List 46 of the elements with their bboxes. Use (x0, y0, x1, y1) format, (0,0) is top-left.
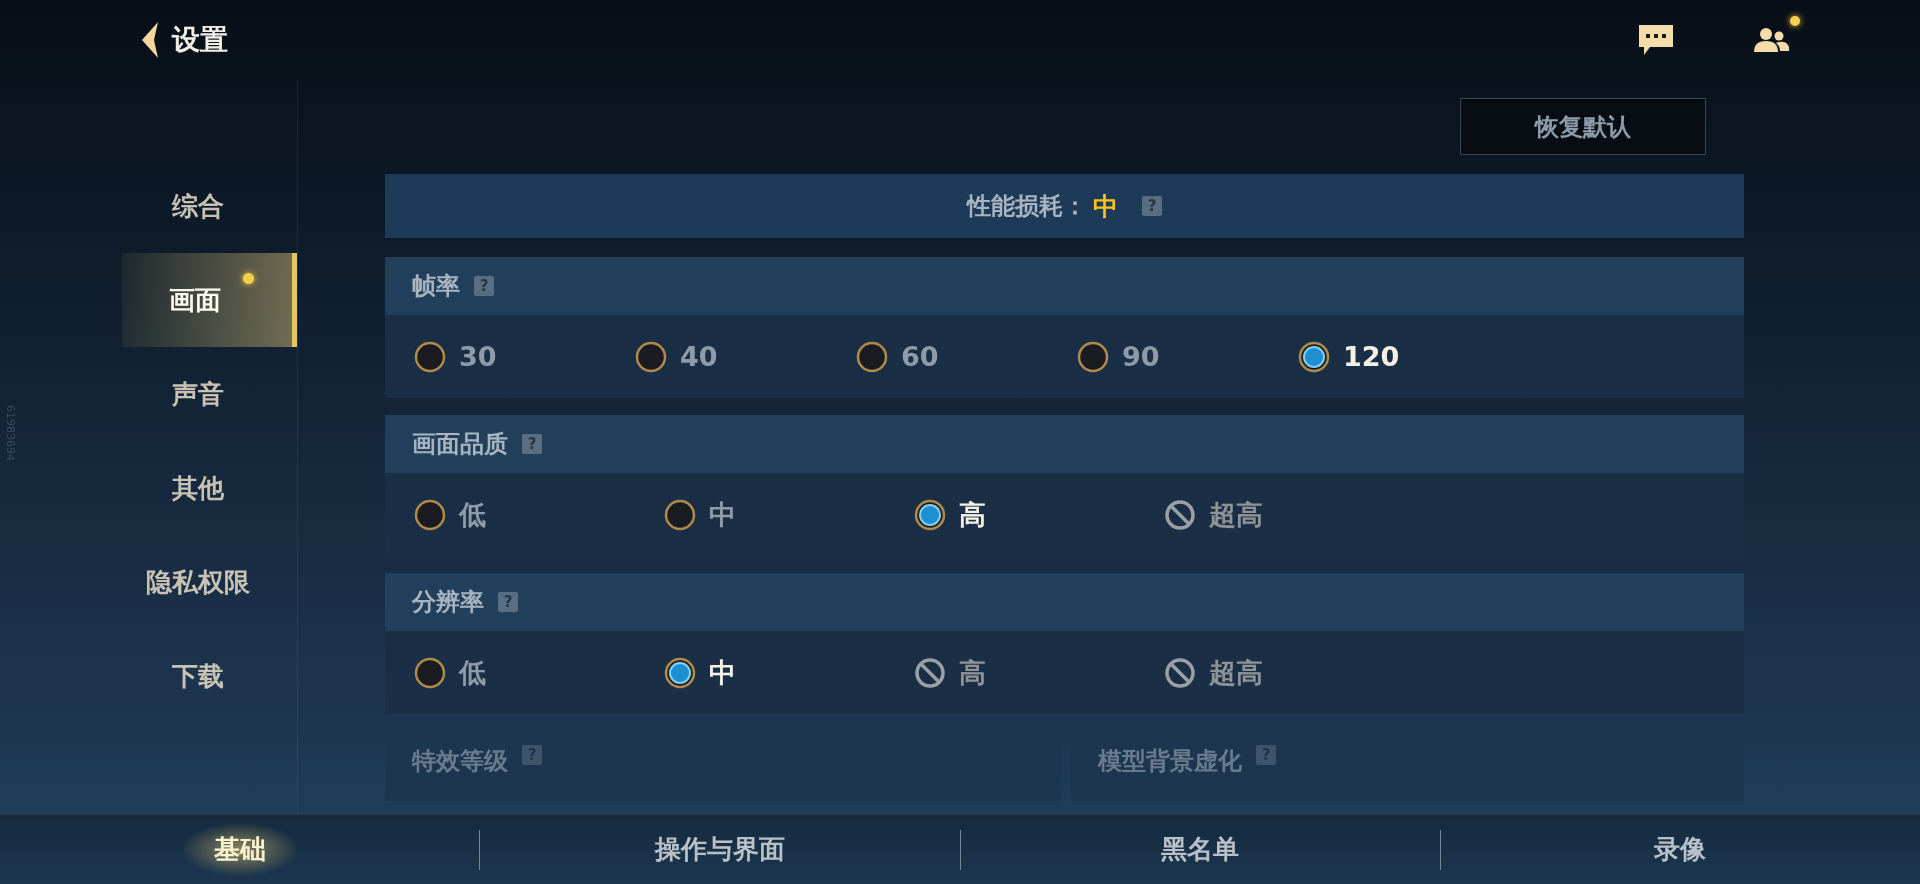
radio-button[interactable] (664, 656, 696, 689)
restore-defaults-button[interactable]: 恢复默认 (1460, 98, 1706, 155)
page-title: 设置 (172, 22, 228, 58)
bottom-tab[interactable]: 操作与界面 (624, 824, 815, 875)
radio-button[interactable] (1077, 340, 1109, 373)
option-label: 超高 (1209, 497, 1263, 532)
sidebar-item[interactable]: 隐私权限 (122, 535, 297, 629)
radio-button[interactable] (1298, 340, 1330, 373)
option-label: 40 (680, 341, 718, 372)
performance-label: 性能损耗： (967, 191, 1087, 222)
option-label: 30 (459, 341, 497, 372)
sidebar-item[interactable]: 下载 (122, 629, 297, 723)
section-title: 画面品质 (412, 429, 508, 460)
sidebar-item[interactable]: 画面 (122, 253, 297, 347)
section-title: 分辨率 (412, 587, 484, 618)
radio-button[interactable] (856, 340, 888, 373)
radio-button[interactable] (635, 340, 667, 373)
radio-button[interactable] (414, 340, 446, 373)
option-label: 120 (1343, 341, 1400, 372)
sidebar-item[interactable]: 声音 (122, 347, 297, 441)
sidebar-item[interactable]: 其他 (122, 441, 297, 535)
option-label: 90 (1122, 341, 1160, 372)
bottom-tab[interactable]: 黑名单 (1131, 824, 1270, 875)
option-label: 超高 (1209, 655, 1263, 690)
performance-value: 中 (1093, 190, 1118, 223)
radio-button[interactable] (664, 498, 696, 531)
bottom-tab[interactable]: 录像 (1624, 824, 1737, 875)
section-title: 特效等级 (412, 746, 508, 777)
radio-button[interactable] (414, 656, 446, 689)
bottom-tab[interactable]: 基础 (183, 824, 296, 875)
option-label: 60 (901, 341, 939, 372)
option-label: 高 (959, 497, 986, 532)
sidebar-item[interactable]: 综合 (122, 159, 297, 253)
back-button[interactable]: 设置 (140, 21, 228, 59)
back-icon (140, 22, 160, 58)
option-label: 中 (709, 497, 736, 532)
section-title: 帧率 (412, 271, 460, 302)
section-title: 模型背景虚化 (1098, 746, 1242, 777)
chat-icon[interactable] (1638, 24, 1674, 56)
radio-button[interactable] (914, 498, 946, 531)
option-label: 中 (709, 655, 736, 690)
option-label: 低 (459, 497, 486, 532)
option-label: 低 (459, 655, 486, 690)
friends-icon[interactable] (1754, 26, 1790, 54)
option-label: 高 (959, 655, 986, 690)
radio-button[interactable] (414, 498, 446, 531)
